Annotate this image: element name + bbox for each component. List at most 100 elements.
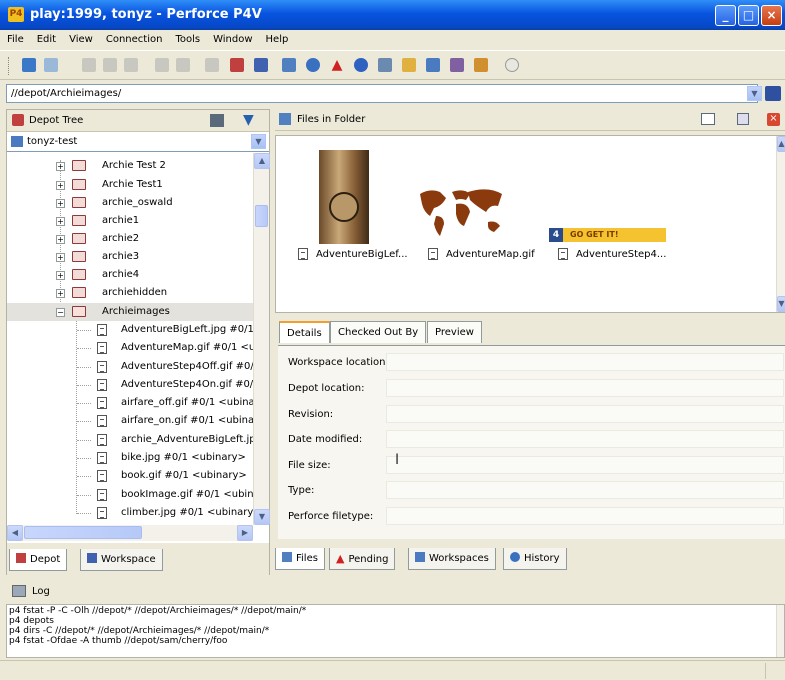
tree-file-row[interactable]: AdventureBigLeft.jpg #0/1 < — [7, 321, 265, 339]
menu-view[interactable]: View — [62, 30, 99, 45]
delete-icon[interactable] — [124, 58, 138, 72]
tree-horizontal-scrollbar[interactable]: ◀ ▶ — [7, 525, 253, 541]
close-pane-icon[interactable]: × — [767, 113, 780, 126]
address-input[interactable]: //depot/Archieimages/ — [6, 84, 758, 103]
thumbnail-image-adventurebigleft[interactable] — [319, 150, 369, 244]
revert-icon[interactable] — [176, 58, 190, 72]
tree-file-row[interactable]: bike.jpg #0/1 <ubinary> — [7, 449, 257, 467]
field-value-depot-location — [386, 379, 784, 397]
tab-preview[interactable]: Preview — [427, 321, 482, 343]
menu-edit[interactable]: Edit — [30, 30, 62, 45]
submitted-icon[interactable] — [354, 58, 368, 72]
tree-folder-archie-oswald[interactable]: + archie_oswald — [7, 194, 257, 212]
tree-vertical-scrollbar[interactable]: ▲ ▼ — [253, 153, 270, 525]
tree-file-row[interactable]: bookImage.gif #0/1 <ubinar — [7, 486, 264, 504]
thumbnail-label[interactable]: AdventureMap.gif — [446, 249, 535, 260]
scroll-left-button[interactable]: ◀ — [7, 525, 23, 541]
tree-folder-archie4[interactable]: + archie4 — [7, 266, 257, 284]
scroll-up-button[interactable]: ▲ — [777, 136, 785, 152]
connection-icon[interactable] — [44, 58, 58, 72]
history-icon[interactable] — [306, 58, 320, 72]
bookmarks-icon[interactable] — [765, 86, 781, 101]
tree-file-row[interactable]: AdventureStep4Off.gif #0/1 — [7, 358, 260, 376]
depot-tree-icon[interactable] — [230, 58, 244, 72]
submit-icon[interactable] — [155, 58, 169, 72]
thumbnail-image-adventuremap[interactable] — [416, 186, 506, 238]
thumbnail-label[interactable]: AdventureBigLef... — [316, 249, 408, 260]
tree-file-row[interactable]: AdventureMap.gif #0/1 <ub — [7, 339, 262, 357]
tree-file-row[interactable]: airfare_off.gif #0/1 <ubinar — [7, 394, 259, 412]
scroll-thumb[interactable] — [255, 205, 268, 227]
diff-icon[interactable] — [205, 58, 219, 72]
tree-file-row[interactable]: book.gif #0/1 <ubinary> — [7, 467, 257, 485]
details-tab-strip: Details Checked Out By Preview — [275, 321, 785, 345]
log-vertical-scrollbar[interactable] — [776, 605, 784, 657]
toolbar-grip[interactable] — [8, 57, 11, 75]
tab-checked-out-by[interactable]: Checked Out By — [330, 321, 427, 343]
window-toggle-icon[interactable] — [737, 113, 749, 125]
depot-tree-icon — [12, 114, 24, 126]
refresh-icon[interactable] — [22, 58, 36, 72]
log-line: p4 fstat -P -C -Olh //depot/* //depot/Ar… — [9, 606, 307, 616]
jobs-icon[interactable] — [474, 58, 488, 72]
menu-file[interactable]: File — [0, 30, 30, 45]
close-button[interactable]: × — [761, 5, 782, 26]
tab-history[interactable]: History — [503, 548, 567, 570]
view-options-icon[interactable] — [701, 113, 715, 125]
field-label-date-modified: Date modified: — [288, 434, 363, 445]
tree-folder-archie-test-2[interactable]: + Archie Test 2 — [7, 157, 257, 175]
workspace-dropdown-button[interactable]: ▼ — [251, 134, 266, 149]
tab-files[interactable]: Files — [275, 548, 325, 570]
maximize-button[interactable]: □ — [738, 5, 759, 26]
files-icon[interactable] — [282, 58, 296, 72]
scroll-down-button[interactable]: ▼ — [254, 509, 270, 525]
tree-filter-options-icon[interactable] — [210, 114, 224, 127]
menu-connection[interactable]: Connection — [99, 30, 169, 45]
tree-folder-archie2[interactable]: + archie2 — [7, 230, 257, 248]
add-icon[interactable] — [103, 58, 117, 72]
filter-funnel-icon[interactable]: ▼ — [243, 113, 254, 127]
minimize-button[interactable]: _ — [715, 5, 736, 26]
menu-window[interactable]: Window — [206, 30, 258, 45]
users-icon[interactable] — [450, 58, 464, 72]
tab-depot[interactable]: Depot — [9, 549, 68, 571]
files-tab-icon — [282, 552, 292, 562]
tab-pending[interactable]: ▲ Pending — [329, 548, 396, 570]
log-output[interactable]: p4 fstat -P -C -Olh //depot/* //depot/Ar… — [6, 604, 785, 658]
thumbnail-image-adventurestep4[interactable]: 4 GO GET IT! — [549, 228, 666, 242]
tree-file-row[interactable]: airfare_on.gif #0/1 <ubinary — [7, 412, 264, 430]
workspace-selector[interactable]: tonyz-test ▼ — [7, 133, 269, 152]
tree-file-row[interactable]: archie_AdventureBigLeft.jpg — [7, 431, 262, 449]
pending-icon[interactable]: ▲ — [330, 58, 344, 72]
tree-file-row[interactable]: climber.jpg #0/1 <ubinary> — [7, 504, 262, 522]
window-title: play:1999, tonyz - Perforce P4V — [30, 7, 262, 22]
tab-workspaces[interactable]: Workspaces — [408, 548, 496, 570]
tree-file-row[interactable]: AdventureStep4On.gif #0/1 — [7, 376, 260, 394]
scroll-down-button[interactable]: ▼ — [777, 296, 785, 312]
thumbnail-vertical-scrollbar[interactable]: ▲ ▼ — [776, 136, 785, 312]
labels-icon[interactable] — [402, 58, 416, 72]
tree-folder-archie-test1[interactable]: + Archie Test1 — [7, 176, 257, 194]
tab-details[interactable]: Details — [279, 321, 330, 343]
title-bar: P4 play:1999, tonyz - Perforce P4V _ □ × — [0, 0, 785, 30]
h-scroll-thumb[interactable] — [24, 526, 142, 539]
branches-icon[interactable] — [378, 58, 392, 72]
address-dropdown-button[interactable]: ▼ — [747, 86, 762, 101]
checkout-icon[interactable] — [82, 58, 96, 72]
tree-folder-archieimages[interactable]: − Archieimages — [7, 303, 255, 321]
workspace-tree-icon[interactable] — [254, 58, 268, 72]
stop-icon[interactable] — [505, 58, 519, 72]
tree-folder-archie3[interactable]: + archie3 — [7, 248, 257, 266]
menu-tools[interactable]: Tools — [168, 30, 206, 45]
thumbnail-label[interactable]: AdventureStep4... — [576, 249, 666, 260]
field-value-workspace-location — [386, 353, 784, 371]
resize-grip[interactable] — [765, 663, 781, 679]
tab-workspace[interactable]: Workspace — [80, 549, 163, 571]
tree-folder-archiehidden[interactable]: + archiehidden — [7, 284, 257, 302]
field-value-revision — [386, 405, 784, 423]
tree-folder-archie1[interactable]: + archie1 — [7, 212, 257, 230]
scroll-up-button[interactable]: ▲ — [254, 153, 270, 169]
menu-help[interactable]: Help — [259, 30, 295, 45]
workspaces-icon[interactable] — [426, 58, 440, 72]
scroll-right-button[interactable]: ▶ — [237, 525, 253, 541]
